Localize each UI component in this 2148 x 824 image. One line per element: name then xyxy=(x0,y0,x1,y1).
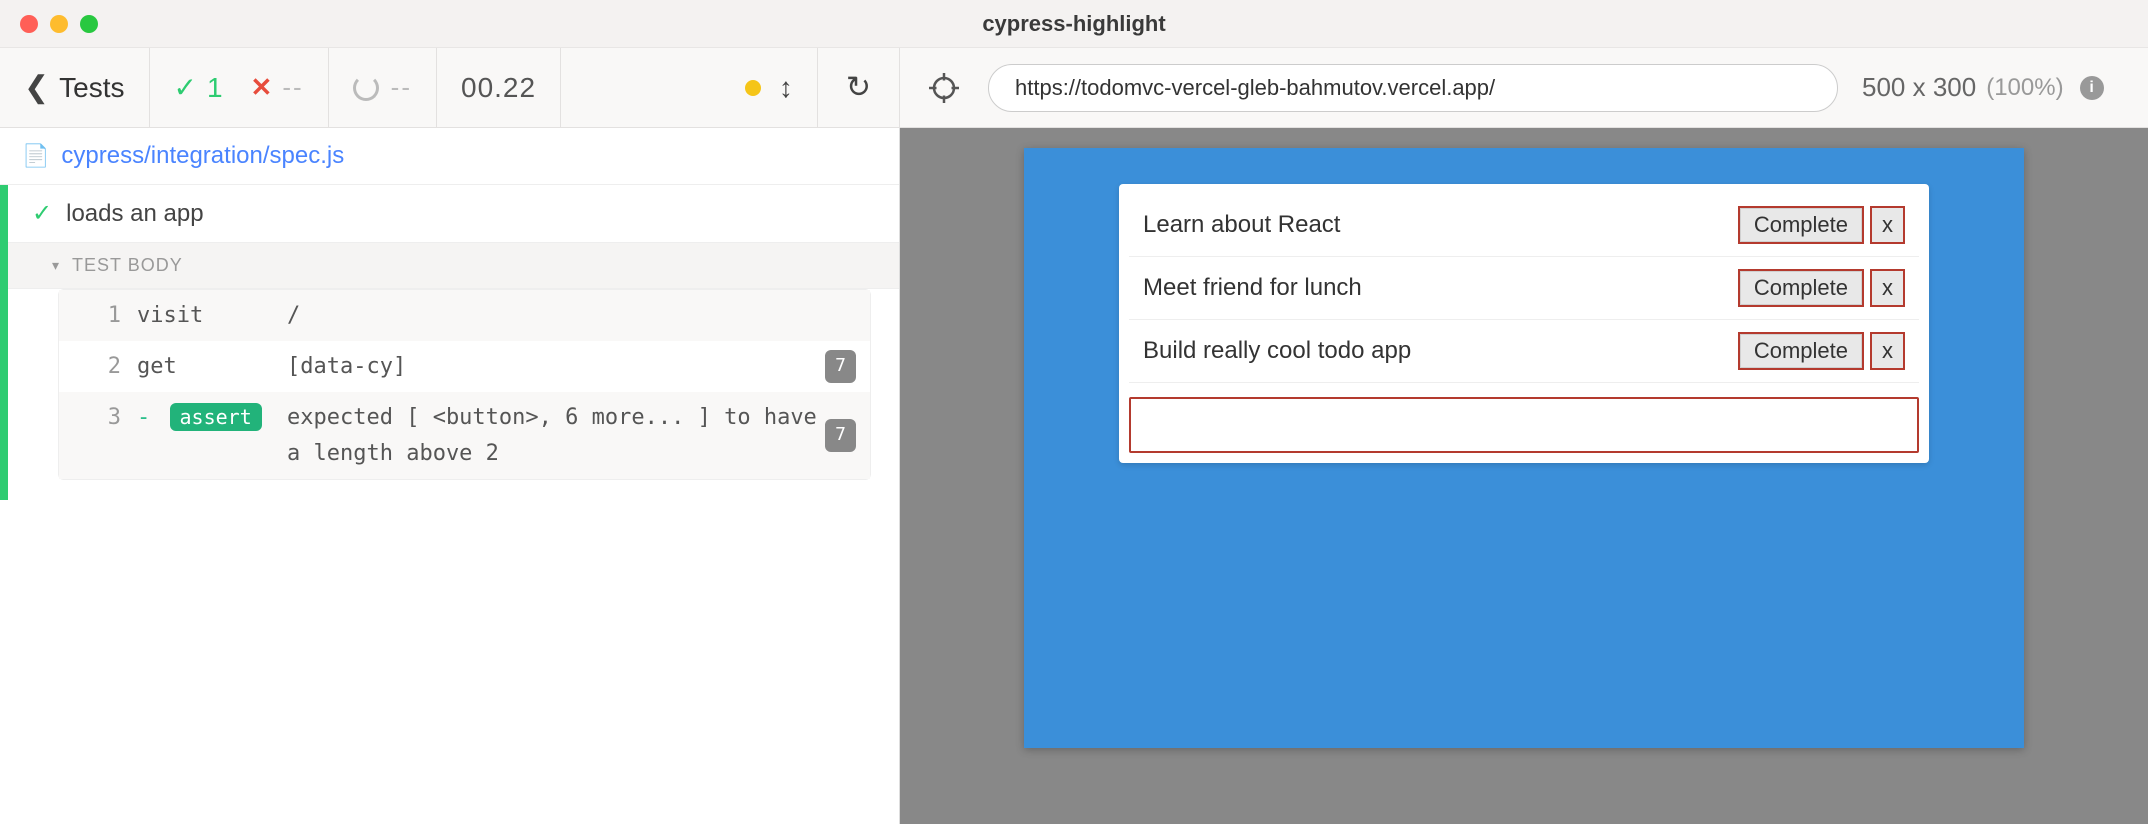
duration-cell: 00.22 xyxy=(437,48,561,127)
new-todo-row xyxy=(1129,397,1919,453)
command-row[interactable]: 2 get [data-cy] 7 xyxy=(59,341,870,392)
pending-count-cell: -- xyxy=(329,48,437,127)
spinner-icon xyxy=(353,75,379,101)
window-title: cypress-highlight xyxy=(982,11,1165,37)
complete-button[interactable]: Complete xyxy=(1738,206,1864,244)
command-row[interactable]: 3 - assert expected [ <button>, 6 more..… xyxy=(59,392,870,478)
delete-button[interactable]: x xyxy=(1870,206,1905,244)
command-name: visit xyxy=(137,298,287,333)
check-icon: ✓ xyxy=(174,71,197,104)
test-title-row[interactable]: ✓ loads an app xyxy=(8,185,899,243)
reload-icon: ↻ xyxy=(846,70,871,105)
complete-button[interactable]: Complete xyxy=(1738,269,1864,307)
cypress-toolbar: ❮ Tests ✓ 1 ✕ -- -- 00.22 ↕ xyxy=(0,48,2148,128)
command-number: 1 xyxy=(103,298,137,333)
command-log: 1 visit / 2 get [data-cy] 7 3 - xyxy=(58,289,871,480)
duration-value: 00.22 xyxy=(461,72,536,104)
command-message: expected [ <button>, 6 more... ] to have… xyxy=(287,400,825,470)
viewport-resize-icon[interactable]: ↕ xyxy=(779,72,793,104)
file-icon: 📄 xyxy=(22,143,49,169)
new-todo-input[interactable] xyxy=(1129,397,1919,453)
todo-item: Meet friend for lunch Complete x xyxy=(1129,257,1919,320)
reload-button[interactable]: ↻ xyxy=(818,48,900,127)
command-message: / xyxy=(287,298,856,333)
element-count-badge: 7 xyxy=(825,419,856,452)
selector-playground-button[interactable] xyxy=(924,68,964,108)
element-count-badge: 7 xyxy=(825,350,856,383)
window-titlebar: cypress-highlight xyxy=(0,0,2148,48)
aut-url-value: https://todomvc-vercel-gleb-bahmutov.ver… xyxy=(1015,75,1495,101)
crosshair-icon xyxy=(929,73,959,103)
command-row[interactable]: 1 visit / xyxy=(59,290,870,341)
command-prefix: - xyxy=(137,405,150,430)
traffic-lights xyxy=(20,15,98,33)
test-title: loads an app xyxy=(66,200,203,228)
x-icon: ✕ xyxy=(251,72,273,103)
command-name: get xyxy=(137,349,287,384)
command-message: [data-cy] xyxy=(287,349,825,384)
delete-button[interactable]: x xyxy=(1870,269,1905,307)
command-number: 2 xyxy=(103,349,137,384)
test-pass-bar xyxy=(0,185,8,500)
caret-down-icon: ▾ xyxy=(52,257,60,274)
spec-file-link[interactable]: 📄 cypress/integration/spec.js xyxy=(0,128,899,185)
check-icon: ✓ xyxy=(32,199,52,228)
delete-button[interactable]: x xyxy=(1870,332,1905,370)
test-counts: ✓ 1 ✕ -- xyxy=(150,48,329,127)
todo-text: Build really cool todo app xyxy=(1143,337,1738,365)
viewport-info[interactable]: 500 x 300 (100%) i xyxy=(1862,72,2104,103)
test-body-header[interactable]: ▾ TEST BODY xyxy=(8,243,899,289)
fail-count-value: -- xyxy=(282,72,303,103)
info-icon[interactable]: i xyxy=(2080,76,2104,100)
viewport-size: 500 x 300 xyxy=(1862,72,1976,103)
pending-count-value: -- xyxy=(391,72,412,103)
window-zoom-button[interactable] xyxy=(80,15,98,33)
window-minimize-button[interactable] xyxy=(50,15,68,33)
viewport-scale: (100%) xyxy=(1986,74,2063,102)
todo-text: Learn about React xyxy=(1143,211,1738,239)
window-close-button[interactable] xyxy=(20,15,38,33)
aut-pane: Learn about React Complete x Meet friend… xyxy=(900,128,2148,824)
assert-badge: assert xyxy=(170,403,262,431)
chevron-left-icon: ❮ xyxy=(24,70,49,105)
status-dot-icon xyxy=(745,80,761,96)
test-body-label: TEST BODY xyxy=(72,255,183,276)
pass-count: ✓ 1 xyxy=(174,71,223,104)
aut-url-input[interactable]: https://todomvc-vercel-gleb-bahmutov.ver… xyxy=(988,64,1838,112)
reporter-pane: 📄 cypress/integration/spec.js ✓ loads an… xyxy=(0,128,900,824)
spec-file-path: cypress/integration/spec.js xyxy=(61,142,344,170)
back-label: Tests xyxy=(59,72,124,104)
app-under-test: Learn about React Complete x Meet friend… xyxy=(1024,148,2024,748)
todo-item: Learn about React Complete x xyxy=(1129,194,1919,257)
todo-text: Meet friend for lunch xyxy=(1143,274,1738,302)
todo-list-card: Learn about React Complete x Meet friend… xyxy=(1119,184,1929,463)
command-number: 3 xyxy=(103,400,137,435)
complete-button[interactable]: Complete xyxy=(1738,332,1864,370)
pass-count-value: 1 xyxy=(207,72,223,104)
todo-item: Build really cool todo app Complete x xyxy=(1129,320,1919,383)
fail-count: ✕ -- xyxy=(251,72,304,103)
back-to-tests-button[interactable]: ❮ Tests xyxy=(0,48,150,127)
